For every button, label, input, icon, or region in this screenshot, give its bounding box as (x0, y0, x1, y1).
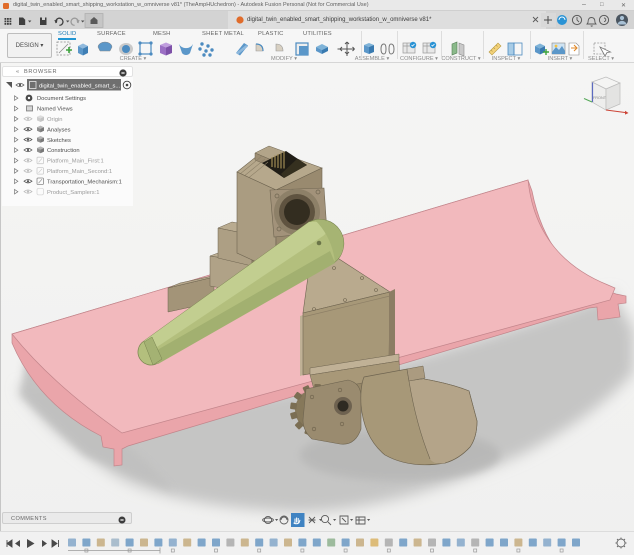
svg-text:Product_Samplers:1: Product_Samplers:1 (47, 190, 100, 196)
svg-text:Sketches: Sketches (47, 138, 71, 144)
svg-text:Platform_Main_First:1: Platform_Main_First:1 (47, 159, 104, 165)
svg-text:Platform_Main_Second:1: Platform_Main_Second:1 (47, 169, 112, 175)
svg-text:Document Settings: Document Settings (37, 96, 86, 102)
svg-text:Origin: Origin (47, 117, 62, 123)
svg-text:digital_twin_enabled_smart_s..: digital_twin_enabled_smart_s... (39, 84, 121, 90)
svg-text:Construction: Construction (47, 148, 80, 154)
svg-text:FRONT: FRONT (593, 96, 607, 100)
svg-text:Transportation_Mechanism:1: Transportation_Mechanism:1 (47, 179, 122, 185)
svg-text:Named Views: Named Views (37, 107, 73, 113)
svg-text:Analyses: Analyses (47, 127, 71, 133)
